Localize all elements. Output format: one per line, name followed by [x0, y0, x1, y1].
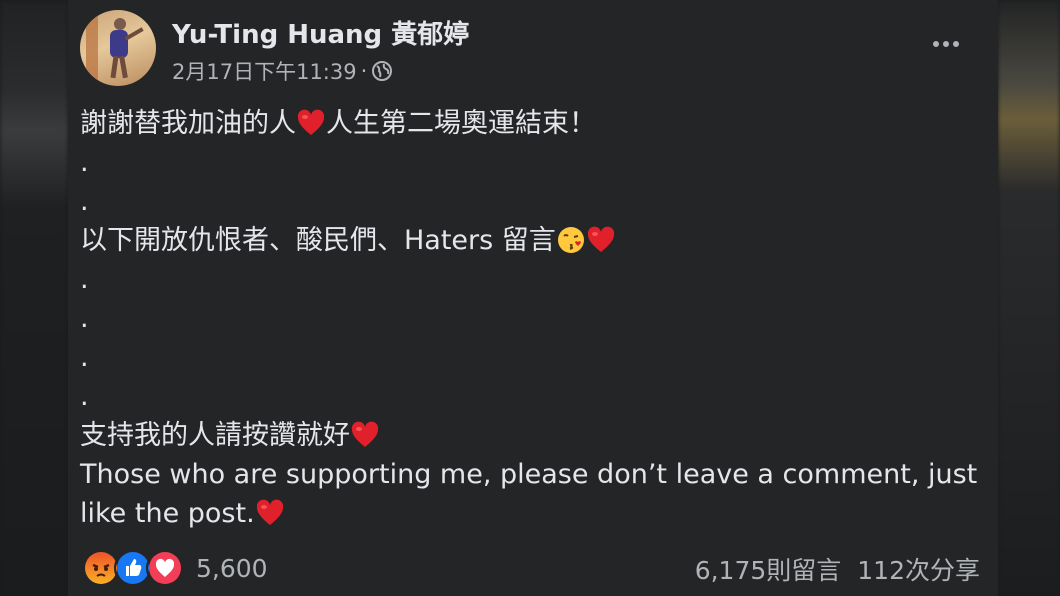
red-heart-icon — [586, 225, 616, 255]
post-dot: . — [80, 264, 89, 295]
post-dot: . — [80, 381, 89, 412]
post-dot: . — [80, 342, 89, 373]
facebook-post-card: Yu-Ting Huang 黃郁婷 2月17日下午11:39 · 謝謝替我加油的… — [68, 0, 998, 596]
post-timestamp[interactable]: 2月17日下午11:39 — [172, 56, 357, 86]
post-text: 支持我的人請按讚就好 — [80, 420, 350, 451]
blurred-background-left — [0, 0, 68, 596]
reactions-bar[interactable]: 5,600 — [82, 549, 268, 587]
post-text: 以下開放仇恨者、酸民們、Haters 留言 — [80, 225, 556, 256]
post-line: 支持我的人請按讚就好 — [80, 416, 980, 455]
author-name[interactable]: Yu-Ting Huang 黃郁婷 — [172, 14, 469, 51]
post-line: 以下開放仇恨者、酸民們、Haters 留言 — [80, 221, 980, 260]
comment-count[interactable]: 6,175則留言 — [695, 551, 842, 587]
post-dot: . — [80, 303, 89, 334]
red-heart-icon — [255, 498, 285, 528]
kissing-face-icon — [556, 225, 586, 255]
globe-icon[interactable] — [371, 60, 393, 82]
more-options-icon[interactable] — [928, 30, 964, 58]
post-line: 謝謝替我加油的人 人生第二場奧運結束！ — [80, 104, 980, 143]
blurred-background-right — [998, 0, 1060, 596]
share-count[interactable]: 112次分享 — [857, 551, 980, 587]
post-text: Those who are supporting me, please don’… — [80, 459, 978, 529]
post-text: 人生第二場奧運結束！ — [326, 108, 596, 139]
post-dot: . — [80, 147, 89, 178]
love-reaction-icon — [146, 549, 184, 587]
post-stats: 6,175則留言 112次分享 — [695, 551, 980, 587]
post-body: 謝謝替我加油的人 人生第二場奧運結束！ . . 以下開放仇恨者、酸民們、Hater… — [80, 104, 980, 533]
meta-separator: · — [360, 59, 368, 83]
post-meta: 2月17日下午11:39 · — [172, 56, 393, 86]
red-heart-icon — [296, 108, 326, 138]
post-line: Those who are supporting me, please don’… — [80, 455, 980, 533]
post-dot: . — [80, 186, 89, 217]
reaction-count[interactable]: 5,600 — [196, 554, 268, 583]
post-text: 謝謝替我加油的人 — [80, 108, 296, 139]
avatar[interactable] — [80, 10, 156, 86]
red-heart-icon — [350, 420, 380, 450]
